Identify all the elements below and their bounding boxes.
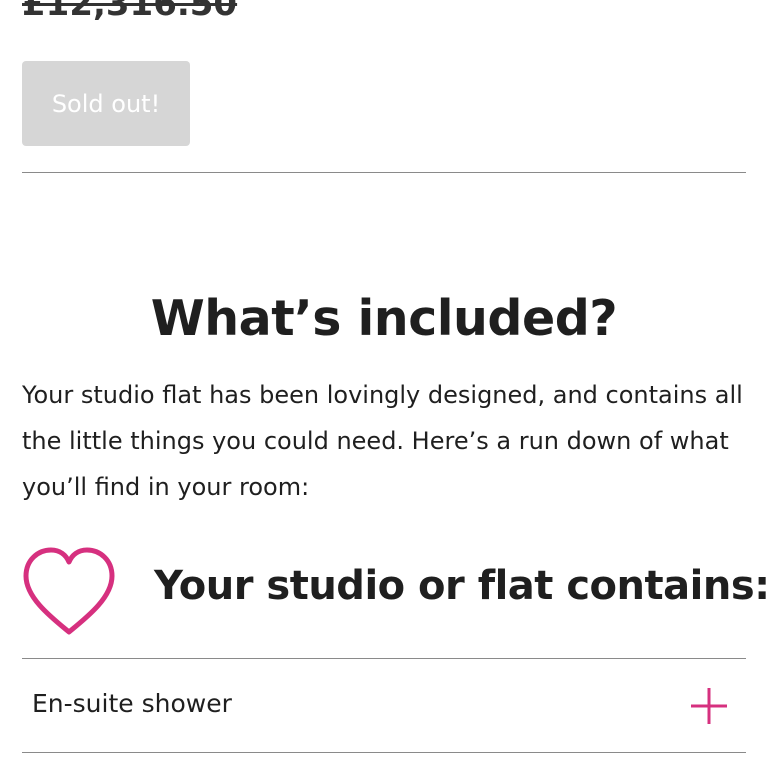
divider <box>22 752 746 753</box>
accordion-item-en-suite-shower[interactable]: En-suite shower <box>22 659 746 752</box>
accordion-item-label: En-suite shower <box>32 689 232 718</box>
contains-heading: Your studio or flat contains: <box>154 563 768 609</box>
divider <box>22 172 746 173</box>
heart-icon <box>23 547 115 635</box>
section-title: What’s included? <box>150 290 618 347</box>
intro-text: Your studio flat has been lovingly desig… <box>22 381 743 501</box>
plus-icon[interactable] <box>690 687 728 725</box>
original-price: £12,316.50 <box>22 0 238 24</box>
page: £12,316.50 Sold out! What’s included? Yo… <box>0 0 768 768</box>
sold-out-button[interactable]: Sold out! <box>22 61 190 146</box>
